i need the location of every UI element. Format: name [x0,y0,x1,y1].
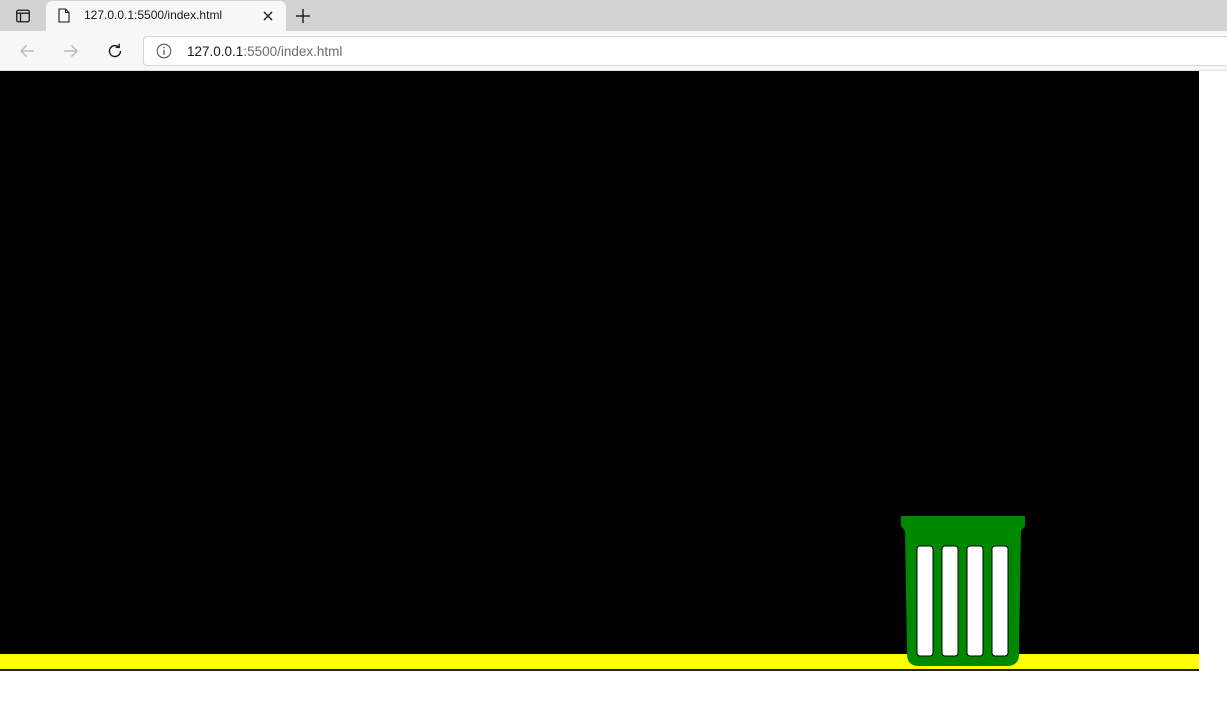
trash-bin-icon [901,516,1025,666]
page-viewport [0,71,1227,704]
tab-title: 127.0.0.1:5500/index.html [84,8,223,22]
info-icon[interactable] [156,43,172,64]
refresh-icon[interactable] [102,39,128,63]
url-text[interactable]: 127.0.0.1:5500/index.html [187,44,342,59]
tab-actions-icon[interactable] [8,5,38,27]
url-host: 127.0.0.1 [187,44,244,59]
forward-arrow-icon[interactable] [58,39,84,63]
game-canvas[interactable] [0,71,1199,671]
address-bar[interactable]: 127.0.0.1:5500/index.html [143,36,1227,66]
back-arrow-icon[interactable] [14,39,40,63]
plus-icon[interactable] [292,5,314,27]
close-icon[interactable] [261,9,275,23]
browser-toolbar: 127.0.0.1:5500/index.html [0,31,1227,71]
browser-tab[interactable]: 127.0.0.1:5500/index.html [46,1,286,31]
page-icon [58,8,70,28]
browser-tab-strip: 127.0.0.1:5500/index.html [0,0,1227,31]
url-path: :5500/index.html [243,44,343,59]
